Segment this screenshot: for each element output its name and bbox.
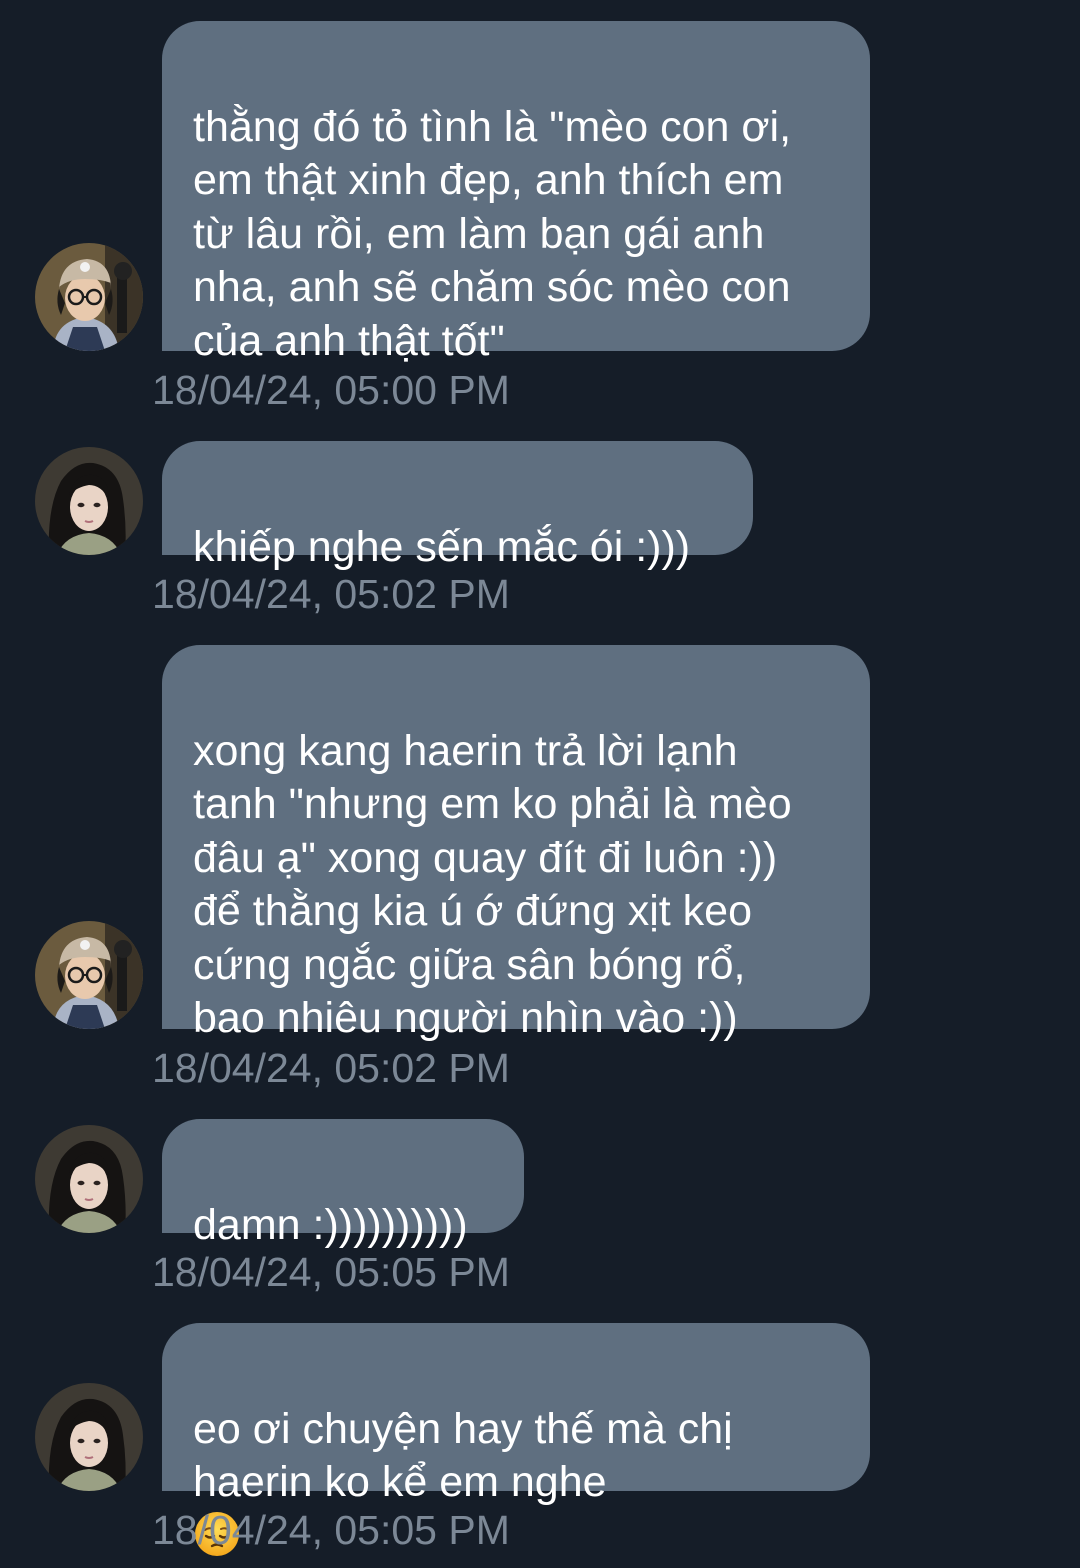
avatar-beanie-glasses-icon xyxy=(35,921,143,1029)
message-text: eo ơi chuyện hay thế mà chị haerin ko kể… xyxy=(193,1404,733,1507)
avatar-long-hair-icon xyxy=(35,1125,143,1233)
message-text: xong kang haerin trả lời lạnh tanh "nhưn… xyxy=(193,726,792,1043)
message-text: khiếp nghe sến mắc ói :))) xyxy=(193,522,691,571)
avatar-long-hair-icon xyxy=(35,447,143,555)
message-bubble[interactable]: xong kang haerin trả lời lạnh tanh "nhưn… xyxy=(162,645,870,1042)
avatar-long-hair-icon xyxy=(35,1383,143,1491)
message-bubble[interactable]: eo ơi chuyện hay thế mà chị haerin ko kể… xyxy=(162,1323,870,1556)
message-timestamp: 18/04/24, 05:02 PM xyxy=(152,571,510,617)
sender-avatar[interactable] xyxy=(35,921,143,1029)
sender-avatar[interactable] xyxy=(35,243,143,351)
message-text: thằng đó tỏ tình là "mèo con ơi, em thật… xyxy=(193,102,792,365)
message-bubble[interactable]: khiếp nghe sến mắc ói :))) xyxy=(162,441,753,571)
message-bubble[interactable]: damn :)))))))))) xyxy=(162,1119,524,1249)
sender-avatar[interactable] xyxy=(35,1125,143,1233)
message-timestamp: 18/04/24, 05:02 PM xyxy=(152,1045,510,1091)
sender-avatar[interactable] xyxy=(35,1383,143,1491)
message-timestamp: 18/04/24, 05:00 PM xyxy=(152,367,510,413)
message-text: damn :)))))))))) xyxy=(193,1200,468,1249)
message-timestamp: 18/04/24, 05:05 PM xyxy=(152,1249,510,1295)
message-timestamp: 18/04/24, 05:05 PM xyxy=(152,1507,510,1553)
avatar-beanie-glasses-icon xyxy=(35,243,143,351)
message-bubble[interactable]: thằng đó tỏ tình là "mèo con ơi, em thật… xyxy=(162,21,870,365)
sender-avatar[interactable] xyxy=(35,447,143,555)
